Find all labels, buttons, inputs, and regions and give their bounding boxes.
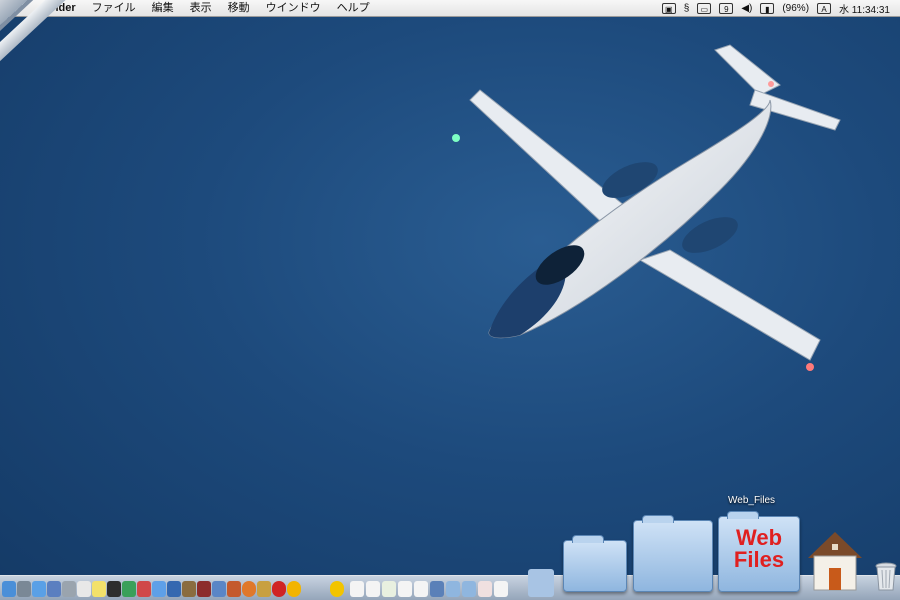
dock-app-icon[interactable] — [137, 581, 151, 597]
dock-document-icon[interactable] — [350, 581, 364, 597]
display-icon[interactable]: ▣ — [661, 2, 676, 14]
monitor-icon[interactable]: ▭ — [697, 2, 712, 14]
webfiles-text-line1: Web — [735, 525, 783, 550]
dock-app-icon[interactable] — [182, 581, 196, 597]
menu-help[interactable]: ヘルプ — [329, 0, 378, 16]
dock-document-icon[interactable] — [430, 581, 444, 597]
dock-document-icon[interactable] — [382, 581, 396, 597]
dock-opera-icon[interactable] — [272, 581, 286, 597]
wallpaper-jet — [452, 44, 841, 371]
menu-file[interactable]: ファイル — [84, 0, 144, 16]
dock-document-icon[interactable] — [494, 581, 508, 597]
dock-app-icon[interactable] — [152, 581, 166, 597]
clock[interactable]: 水 11:34:31 — [839, 1, 890, 16]
dock-app-icon[interactable] — [287, 581, 301, 597]
dock-document-icon[interactable] — [414, 581, 428, 597]
dock-app-icon[interactable] — [227, 581, 241, 597]
menu-extras: ▣ § ▭ 9 ◀) ▮ (96%) A 水 11:34:31 — [661, 1, 900, 16]
dock-stack-label: Web_Files — [728, 495, 776, 506]
battery-icon[interactable]: ▮ — [760, 2, 775, 14]
dock-app-icon[interactable] — [92, 581, 106, 597]
dock-folder-icon[interactable] — [446, 581, 460, 597]
dock-document-icon[interactable] — [478, 581, 492, 597]
dock-app-icon[interactable] — [122, 581, 136, 597]
menu-bar:  Finder ファイル 編集 表示 移動 ウインドウ ヘルプ ▣ § ▭ 9… — [0, 0, 900, 17]
dock-app-icon[interactable] — [167, 581, 181, 597]
dock-finder-icon[interactable] — [2, 581, 16, 597]
dock-app-icon[interactable] — [107, 581, 121, 597]
menu-window[interactable]: ウインドウ — [258, 0, 329, 16]
dock-applications-icon[interactable] — [528, 569, 554, 597]
menu-edit[interactable]: 編集 — [144, 0, 182, 16]
volume-icon[interactable]: ◀) — [741, 3, 752, 14]
script-icon[interactable]: § — [684, 3, 690, 14]
dock-app-icon[interactable] — [257, 581, 271, 597]
dock-document-icon[interactable] — [366, 581, 380, 597]
dock-app-icon[interactable] — [47, 581, 61, 597]
dock-document-icon[interactable] — [398, 581, 412, 597]
dock-folder-icon[interactable] — [462, 581, 476, 597]
dock-app-icon[interactable] — [32, 581, 46, 597]
dock-app-icon[interactable] — [62, 581, 76, 597]
battery-percent: (96%) — [782, 2, 810, 14]
input-mode-icon[interactable]: A — [817, 2, 832, 14]
spaces-icon[interactable]: 9 — [719, 2, 734, 14]
dock-app-icon[interactable] — [330, 581, 344, 597]
dock-folder-stack[interactable] — [633, 515, 713, 592]
dock-firefox-icon[interactable] — [242, 581, 256, 597]
dock-folder-stack[interactable] — [563, 535, 627, 592]
dock-app-icon[interactable] — [212, 581, 226, 597]
dock-app-icon[interactable] — [77, 581, 91, 597]
dock-app-icon[interactable] — [17, 581, 31, 597]
trash-icon[interactable] — [874, 560, 898, 592]
dock-webfiles-folder[interactable]: Web Files — [718, 511, 800, 592]
dock-app-icon[interactable] — [197, 581, 211, 597]
menu-go[interactable]: 移動 — [220, 0, 258, 16]
home-folder-icon[interactable] — [806, 528, 864, 592]
menu-view[interactable]: 表示 — [182, 0, 220, 16]
webfiles-text-line2: Files — [733, 547, 785, 572]
